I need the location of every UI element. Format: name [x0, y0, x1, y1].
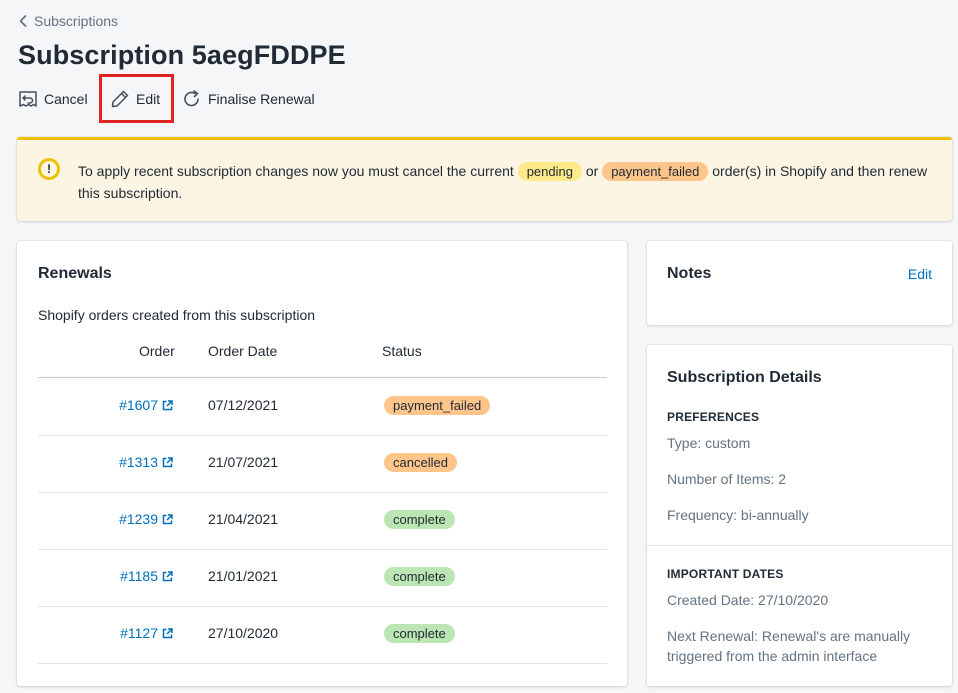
finalise-renewal-label: Finalise Renewal: [208, 91, 315, 107]
order-number: #1607: [119, 397, 158, 413]
order-number: #1239: [119, 511, 158, 527]
edit-highlight-box: [99, 74, 174, 123]
column-header-order: Order: [139, 343, 175, 359]
external-link-icon: [162, 513, 173, 524]
preference-frequency: Frequency: bi-annually: [667, 507, 809, 523]
status-badge: cancelled: [384, 453, 457, 472]
refresh-icon: [184, 90, 199, 107]
renewals-card: Renewals Shopify orders created from thi…: [17, 241, 627, 686]
details-title: Subscription Details: [667, 369, 822, 386]
status-badge: complete: [384, 510, 455, 529]
table-row: #1313 21/07/2021 cancelled: [38, 435, 607, 492]
cancel-label: Cancel: [44, 91, 88, 107]
status-cell: complete: [384, 510, 455, 529]
order-number: #1185: [120, 568, 158, 584]
page-title: Subscription 5aegFDDPE: [18, 40, 346, 70]
column-header-order-date: Order Date: [208, 343, 278, 359]
table-row: #1127 27/10/2020 complete: [38, 606, 607, 663]
order-date: 21/04/2021: [208, 511, 279, 527]
table-row: #1239 21/04/2021 complete: [38, 492, 607, 549]
preference-number-of-items: Number of Items: 2: [667, 471, 787, 487]
banner-text-before: To apply recent subscription changes now…: [78, 163, 514, 179]
payment-failed-badge: payment_failed: [602, 162, 709, 181]
preference-type: Type: custom: [667, 435, 751, 451]
order-number: #1127: [120, 625, 158, 641]
finalise-renewal-button[interactable]: Finalise Renewal: [182, 86, 315, 112]
status-badge: payment_failed: [384, 396, 491, 415]
subscription-details-card: Subscription Details PREFERENCES Type: c…: [647, 345, 952, 686]
order-link[interactable]: #1313: [119, 454, 173, 470]
table-row: #1607 07/12/2021 payment_failed: [38, 378, 607, 435]
details-section-divider: [647, 545, 952, 546]
order-date: 27/10/2020: [208, 625, 279, 641]
table-row: #1185 21/01/2021 complete: [38, 549, 607, 606]
order-date: 21/01/2021: [208, 568, 279, 584]
order-date: 21/07/2021: [208, 454, 279, 470]
notes-edit-link[interactable]: Edit: [908, 266, 932, 282]
order-date: 07/12/2021: [208, 397, 279, 413]
row-divider: [38, 663, 607, 664]
renewals-subtitle: Shopify orders created from this subscri…: [38, 307, 316, 323]
external-link-icon: [162, 627, 173, 638]
order-link[interactable]: #1185: [120, 568, 173, 584]
notes-card: Notes Edit: [647, 241, 952, 325]
status-cell: cancelled: [384, 453, 457, 472]
chevron-left-icon: [19, 15, 27, 27]
cancel-button[interactable]: Cancel: [18, 86, 88, 112]
receipt-return-icon: [19, 91, 37, 107]
preferences-heading: PREFERENCES: [667, 410, 760, 424]
pending-badge: pending: [517, 162, 582, 181]
external-link-icon: [162, 570, 173, 581]
breadcrumb-label: Subscriptions: [34, 13, 119, 29]
external-link-icon: [162, 399, 173, 410]
breadcrumb-back-link[interactable]: Subscriptions: [18, 13, 118, 29]
status-badge: complete: [384, 567, 455, 586]
exclamation-circle-icon: !: [38, 158, 60, 180]
next-renewal: Next Renewal: Renewal's are manually tri…: [667, 628, 911, 664]
order-link[interactable]: #1127: [120, 625, 173, 641]
status-badge: complete: [384, 624, 455, 643]
external-link-icon: [162, 456, 173, 467]
important-dates-heading: IMPORTANT DATES: [667, 567, 784, 581]
order-link[interactable]: #1239: [119, 511, 173, 527]
status-cell: complete: [384, 624, 455, 643]
status-cell: complete: [384, 567, 455, 586]
banner-text-or: or: [585, 163, 599, 179]
banner-message: To apply recent subscription changes now…: [78, 160, 948, 204]
column-header-status: Status: [382, 343, 422, 359]
created-date: Created Date: 27/10/2020: [667, 592, 829, 608]
renewals-title: Renewals: [38, 265, 112, 282]
status-cell: payment_failed: [384, 396, 491, 415]
notes-title: Notes: [667, 265, 712, 282]
warning-banner: ! To apply recent subscription changes n…: [17, 137, 952, 221]
order-link[interactable]: #1607: [119, 397, 173, 413]
order-number: #1313: [119, 454, 158, 470]
